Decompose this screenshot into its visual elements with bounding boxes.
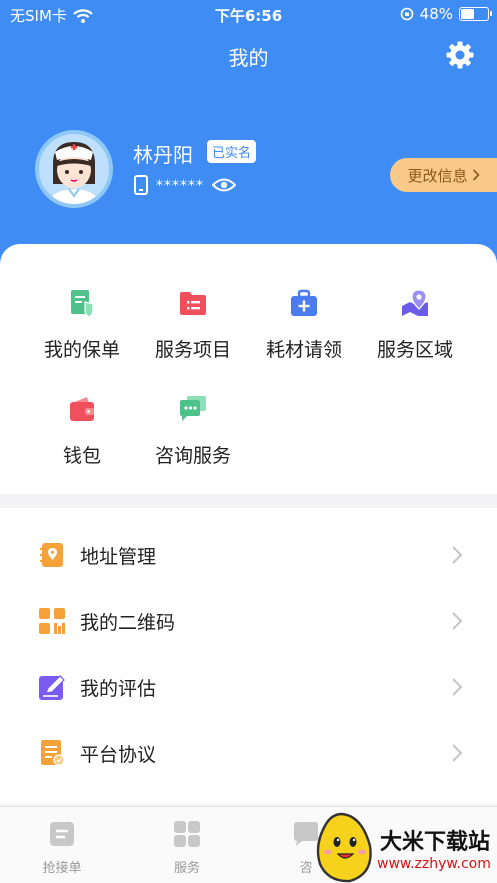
menu-label: 地址管理 <box>80 545 157 568</box>
avatar[interactable] <box>35 130 113 208</box>
menu-item-assessment[interactable]: 我的评估 <box>0 654 497 720</box>
grid-label: 服务项目 <box>154 339 231 361</box>
chevron-right-icon <box>452 546 463 564</box>
battery-icon <box>459 7 492 21</box>
menu-label: 我的评估 <box>80 677 157 700</box>
phone-icon <box>134 175 148 195</box>
nurse-avatar-icon <box>49 142 99 204</box>
map-pin-icon <box>402 289 428 316</box>
menu-item-qrcode[interactable]: 我的二维码 <box>0 588 497 654</box>
tab-orders[interactable]: 抢接单 <box>22 819 102 876</box>
grid-label: 钱包 <box>62 445 101 467</box>
tab-label: 抢接单 <box>42 861 82 876</box>
chevron-right-icon <box>452 678 463 696</box>
grid-icon <box>174 821 200 847</box>
grid-item-supplies[interactable]: 耗材请领 <box>249 288 359 362</box>
address-book-icon <box>40 543 63 567</box>
grid-item-area[interactable]: 服务区域 <box>360 288 470 362</box>
medical-kit-icon <box>291 289 317 316</box>
settings-menu: 地址管理 我的二维码 我的评估 平台协议 <box>0 508 497 804</box>
watermark-url: www.zzhyw.com <box>377 856 491 872</box>
grid-item-policy[interactable]: 我的保单 <box>27 288 137 362</box>
edit-info-label: 更改信息 <box>407 166 468 185</box>
chevron-right-icon <box>452 744 463 762</box>
policy-icon <box>71 290 94 318</box>
grid-item-consult[interactable]: 咨询服务 <box>138 394 248 468</box>
menu-label: 我的二维码 <box>80 611 176 634</box>
gear-icon[interactable] <box>445 40 475 70</box>
status-bar: 无SIM卡 下午6:56 48% <box>0 0 497 28</box>
verified-badge: 已实名 <box>207 140 257 163</box>
document-icon <box>41 740 65 766</box>
menu-item-agreement[interactable]: 平台协议 <box>0 720 497 786</box>
chat-icon <box>180 396 206 421</box>
grid-label: 我的保单 <box>43 339 120 361</box>
menu-item-address[interactable]: 地址管理 <box>0 522 497 588</box>
qr-code-icon <box>39 608 65 634</box>
edit-icon <box>39 675 65 700</box>
chevron-right-icon <box>452 612 463 630</box>
orientation-lock-icon <box>400 7 413 21</box>
tab-services[interactable]: 服务 <box>147 819 227 876</box>
order-icon <box>50 822 74 846</box>
grid-label: 咨询服务 <box>154 445 231 467</box>
grid-label: 服务区域 <box>376 339 453 361</box>
tab-label: 服务 <box>173 861 200 876</box>
page-title: 我的 <box>228 46 269 70</box>
services-card: 我的保单 服务项目 耗材请领 服务区域 钱包 咨询服务 <box>0 244 497 494</box>
edit-info-button[interactable]: 更改信息 <box>390 158 497 192</box>
grid-item-services[interactable]: 服务项目 <box>138 288 248 362</box>
eye-icon[interactable] <box>212 177 236 193</box>
watermark-title: 大米下载站 <box>380 830 491 855</box>
battery-percent: 48% <box>419 5 453 23</box>
grid-label: 耗材请领 <box>265 339 342 361</box>
user-name: 林丹阳 <box>133 143 193 167</box>
chevron-right-icon <box>472 169 480 181</box>
service-list-icon <box>180 292 206 315</box>
grid-item-wallet[interactable]: 钱包 <box>27 394 137 468</box>
phone-number: ****** <box>156 178 204 194</box>
wallet-icon <box>70 397 94 421</box>
phone-row: ****** <box>134 175 236 195</box>
menu-label: 平台协议 <box>80 743 157 766</box>
